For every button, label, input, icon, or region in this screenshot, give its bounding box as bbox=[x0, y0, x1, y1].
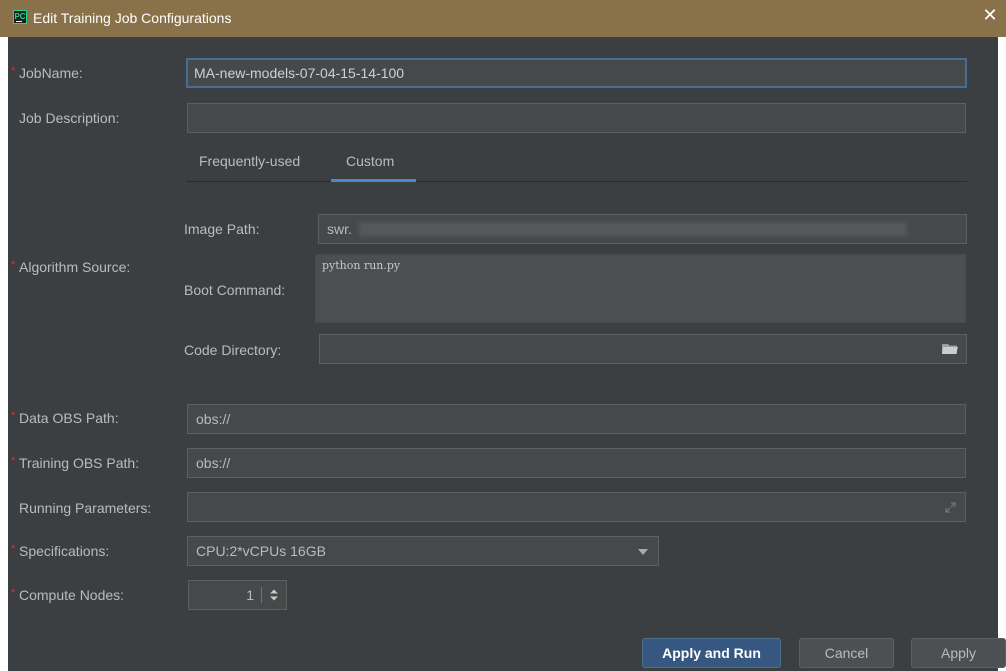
active-tab-indicator bbox=[331, 179, 416, 182]
algorithm-source-label: Algorithm Source: bbox=[19, 259, 131, 275]
job-description-input[interactable] bbox=[187, 103, 966, 133]
apply-and-run-button[interactable]: Apply and Run bbox=[642, 638, 781, 668]
chevron-down-icon bbox=[638, 549, 648, 555]
tab-custom[interactable]: Custom bbox=[346, 153, 394, 170]
image-path-value: swr. bbox=[327, 221, 352, 237]
data-obs-path-input[interactable] bbox=[187, 404, 966, 434]
required-marker: * bbox=[11, 455, 16, 467]
title-bar: PC Edit Training Job Configurations ✕ bbox=[0, 0, 1006, 37]
running-parameters-label: Running Parameters: bbox=[19, 500, 152, 516]
close-icon[interactable]: ✕ bbox=[974, 0, 1006, 32]
required-marker: * bbox=[11, 259, 16, 271]
pycharm-app-icon: PC bbox=[13, 10, 27, 24]
job-description-label: Job Description: bbox=[19, 110, 120, 126]
data-obs-path-label: Data OBS Path: bbox=[19, 410, 119, 426]
job-name-input[interactable] bbox=[186, 58, 967, 88]
job-name-label: JobName: bbox=[19, 65, 83, 81]
window-title: Edit Training Job Configurations bbox=[33, 10, 232, 26]
compute-nodes-label: Compute Nodes: bbox=[19, 587, 125, 603]
stepper-divider bbox=[261, 587, 262, 603]
specifications-value: CPU:2*vCPUs 16GB bbox=[196, 543, 326, 559]
dialog-content: * JobName: Job Description: Frequently-u… bbox=[8, 37, 1006, 671]
running-parameters-input[interactable] bbox=[187, 492, 966, 522]
compute-nodes-stepper[interactable]: 1 bbox=[188, 580, 287, 610]
folder-icon[interactable] bbox=[942, 343, 958, 355]
code-directory-label: Code Directory: bbox=[184, 342, 282, 358]
cancel-button[interactable]: Cancel bbox=[799, 638, 894, 668]
specifications-select[interactable]: CPU:2*vCPUs 16GB bbox=[187, 536, 659, 566]
boot-command-label: Boot Command: bbox=[184, 282, 286, 298]
tab-frequently-used[interactable]: Frequently-used bbox=[199, 153, 300, 170]
code-directory-input[interactable] bbox=[319, 334, 967, 364]
compute-nodes-value: 1 bbox=[246, 587, 254, 603]
redacted-image-path bbox=[359, 222, 907, 236]
required-marker: * bbox=[11, 587, 16, 599]
stepper-arrows-icon[interactable] bbox=[269, 588, 279, 602]
expand-icon[interactable] bbox=[945, 502, 956, 513]
boot-command-input[interactable]: python run.py bbox=[315, 254, 966, 323]
specifications-label: Specifications: bbox=[19, 543, 110, 559]
required-marker: * bbox=[11, 410, 16, 422]
training-obs-path-label: Training OBS Path: bbox=[19, 455, 140, 471]
required-marker: * bbox=[11, 543, 16, 555]
image-path-input[interactable]: swr. bbox=[318, 214, 967, 244]
image-path-label: Image Path: bbox=[184, 221, 260, 237]
apply-button[interactable]: Apply bbox=[911, 638, 1006, 668]
training-obs-path-input[interactable] bbox=[187, 448, 966, 478]
tabs-divider bbox=[186, 181, 967, 182]
required-marker: * bbox=[11, 65, 16, 77]
